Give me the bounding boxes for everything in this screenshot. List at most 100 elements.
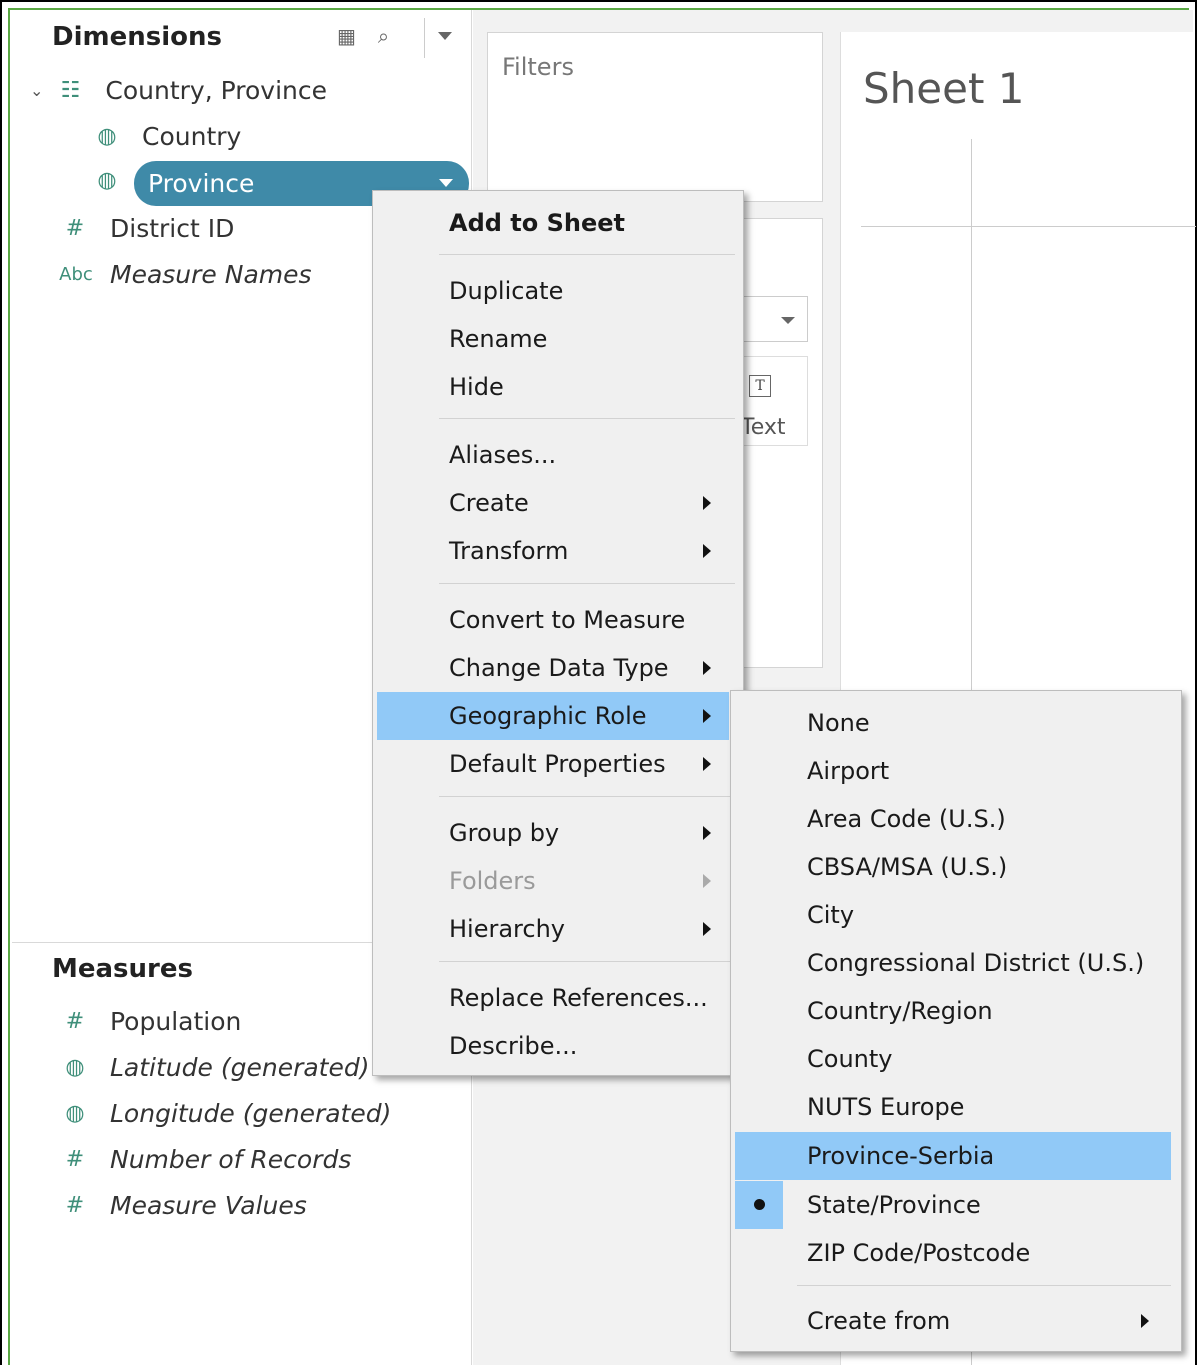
measure-measure-values[interactable]: # Measure Values xyxy=(62,1191,307,1220)
dimension-label: Country xyxy=(142,122,242,151)
submenu-item-state-province[interactable]: State/Province xyxy=(735,1181,1171,1229)
measure-label: Measure Values xyxy=(110,1191,307,1220)
globe-icon: ◍ xyxy=(97,168,117,193)
dimension-label: Measure Names xyxy=(110,260,312,289)
menu-item-rename[interactable]: Rename xyxy=(377,315,729,363)
submenu-arrow-icon xyxy=(703,874,711,888)
submenu-item-create-from[interactable]: Create from xyxy=(735,1297,1171,1345)
menu-separator xyxy=(439,418,735,419)
dimension-country[interactable]: ◍ Country xyxy=(94,122,241,151)
submenu-item-zip-code[interactable]: ZIP Code/Postcode xyxy=(735,1229,1171,1277)
measures-header: Measures xyxy=(52,954,193,984)
menu-item-label: Add to Sheet xyxy=(449,209,626,237)
pane-tools: ▦ ⌕ xyxy=(337,24,389,48)
submenu-item-area-code[interactable]: Area Code (U.S.) xyxy=(735,795,1171,843)
measure-longitude[interactable]: ◍ Longitude (generated) xyxy=(62,1099,391,1128)
measure-number-of-records[interactable]: # Number of Records xyxy=(62,1145,352,1174)
hierarchy-icon: ☷ xyxy=(60,78,81,103)
menu-item-label: Transform xyxy=(449,537,569,565)
submenu-separator xyxy=(797,1285,1171,1286)
menu-item-label: Duplicate xyxy=(449,277,564,305)
context-menu: Add to Sheet Duplicate Rename Hide Alias… xyxy=(372,190,744,1076)
menu-item-label: Rename xyxy=(449,325,548,353)
submenu-item-airport[interactable]: Airport xyxy=(735,747,1171,795)
submenu-item-congressional-district[interactable]: Congressional District (U.S.) xyxy=(735,939,1171,987)
tool-separator xyxy=(424,18,425,58)
filters-shelf[interactable]: Filters xyxy=(487,32,823,202)
menu-separator xyxy=(439,254,735,255)
submenu-item-label: State/Province xyxy=(807,1191,981,1219)
submenu-arrow-icon xyxy=(703,922,711,936)
dimension-label: District ID xyxy=(110,214,235,243)
submenu-arrow-icon xyxy=(703,661,711,675)
gridline-horizontal xyxy=(861,226,1196,227)
grid-view-icon[interactable]: ▦ xyxy=(337,24,356,48)
dimensions-header: Dimensions xyxy=(52,22,222,52)
sheet-title[interactable]: Sheet 1 xyxy=(863,64,1025,113)
marks-text-button[interactable]: T Text xyxy=(740,356,808,446)
dimension-measure-names[interactable]: Abc Measure Names xyxy=(56,260,312,289)
submenu-item-label: County xyxy=(807,1045,893,1073)
submenu-item-label: Area Code (U.S.) xyxy=(807,805,1006,833)
chevron-down-icon xyxy=(781,317,795,324)
measure-latitude[interactable]: ◍ Latitude (generated) xyxy=(62,1053,369,1082)
menu-separator xyxy=(439,796,735,797)
menu-item-label: Group by xyxy=(449,819,560,847)
menu-item-aliases[interactable]: Aliases... xyxy=(377,431,729,479)
submenu-item-country-region[interactable]: Country/Region xyxy=(735,987,1171,1035)
menu-item-describe[interactable]: Describe... xyxy=(377,1022,729,1070)
submenu-arrow-icon xyxy=(1141,1314,1149,1328)
geographic-role-submenu: None Airport Area Code (U.S.) CBSA/MSA (… xyxy=(730,690,1182,1352)
menu-item-replace-references[interactable]: Replace References... xyxy=(377,974,729,1022)
menu-item-duplicate[interactable]: Duplicate xyxy=(377,267,729,315)
menu-item-hierarchy[interactable]: Hierarchy xyxy=(377,905,729,953)
mark-type-dropdown[interactable] xyxy=(742,296,808,342)
menu-item-change-data-type[interactable]: Change Data Type xyxy=(377,644,729,692)
measure-population[interactable]: # Population xyxy=(62,1007,242,1036)
menu-item-convert-to-measure[interactable]: Convert to Measure xyxy=(377,596,729,644)
text-icon: T xyxy=(749,375,771,397)
submenu-item-label: NUTS Europe xyxy=(807,1093,965,1121)
menu-item-label: Hide xyxy=(449,373,504,401)
search-icon[interactable]: ⌕ xyxy=(378,24,389,48)
menu-item-label: Hierarchy xyxy=(449,915,566,943)
filters-label: Filters xyxy=(502,53,574,81)
menu-item-label: Aliases... xyxy=(449,441,557,469)
menu-item-geographic-role[interactable]: Geographic Role xyxy=(377,692,729,740)
menu-item-hide[interactable]: Hide xyxy=(377,363,729,411)
hash-icon: # xyxy=(65,216,85,241)
chevron-down-icon[interactable]: ⌄ xyxy=(30,81,43,100)
menu-item-label: Convert to Measure xyxy=(449,606,686,634)
menu-item-label: Change Data Type xyxy=(449,654,669,682)
submenu-item-label: ZIP Code/Postcode xyxy=(807,1239,1031,1267)
abc-icon: Abc xyxy=(59,264,93,285)
menu-item-label: Geographic Role xyxy=(449,702,647,730)
hierarchy-country-province[interactable]: ⌄ ☷ Country, Province xyxy=(30,76,327,105)
menu-item-label: Create xyxy=(449,489,529,517)
measure-label: Longitude (generated) xyxy=(110,1099,392,1128)
pane-menu-chevron-down-icon[interactable] xyxy=(438,32,452,40)
dimension-district-id[interactable]: # District ID xyxy=(62,214,235,243)
menu-item-group-by[interactable]: Group by xyxy=(377,809,729,857)
province-globe: ◍ xyxy=(94,168,142,193)
measure-label: Latitude (generated) xyxy=(110,1053,370,1082)
submenu-item-label: None xyxy=(807,709,870,737)
pill-dropdown-icon[interactable] xyxy=(439,179,453,187)
menu-item-add-to-sheet[interactable]: Add to Sheet xyxy=(377,199,729,247)
submenu-item-nuts-europe[interactable]: NUTS Europe xyxy=(735,1083,1171,1131)
submenu-item-cbsa-msa[interactable]: CBSA/MSA (U.S.) xyxy=(735,843,1171,891)
submenu-item-county[interactable]: County xyxy=(735,1035,1171,1083)
menu-item-transform[interactable]: Transform xyxy=(377,527,729,575)
menu-item-default-properties[interactable]: Default Properties xyxy=(377,740,729,788)
submenu-item-none[interactable]: None xyxy=(735,699,1171,747)
globe-icon: ◍ xyxy=(65,1055,85,1080)
menu-item-label: Folders xyxy=(449,867,536,895)
submenu-item-label: Airport xyxy=(807,757,890,785)
submenu-arrow-icon xyxy=(703,709,711,723)
submenu-item-province-serbia[interactable]: Province-Serbia xyxy=(735,1132,1171,1180)
submenu-arrow-icon xyxy=(703,826,711,840)
menu-separator xyxy=(439,961,735,962)
menu-item-create[interactable]: Create xyxy=(377,479,729,527)
submenu-arrow-icon xyxy=(703,496,711,510)
submenu-item-city[interactable]: City xyxy=(735,891,1171,939)
